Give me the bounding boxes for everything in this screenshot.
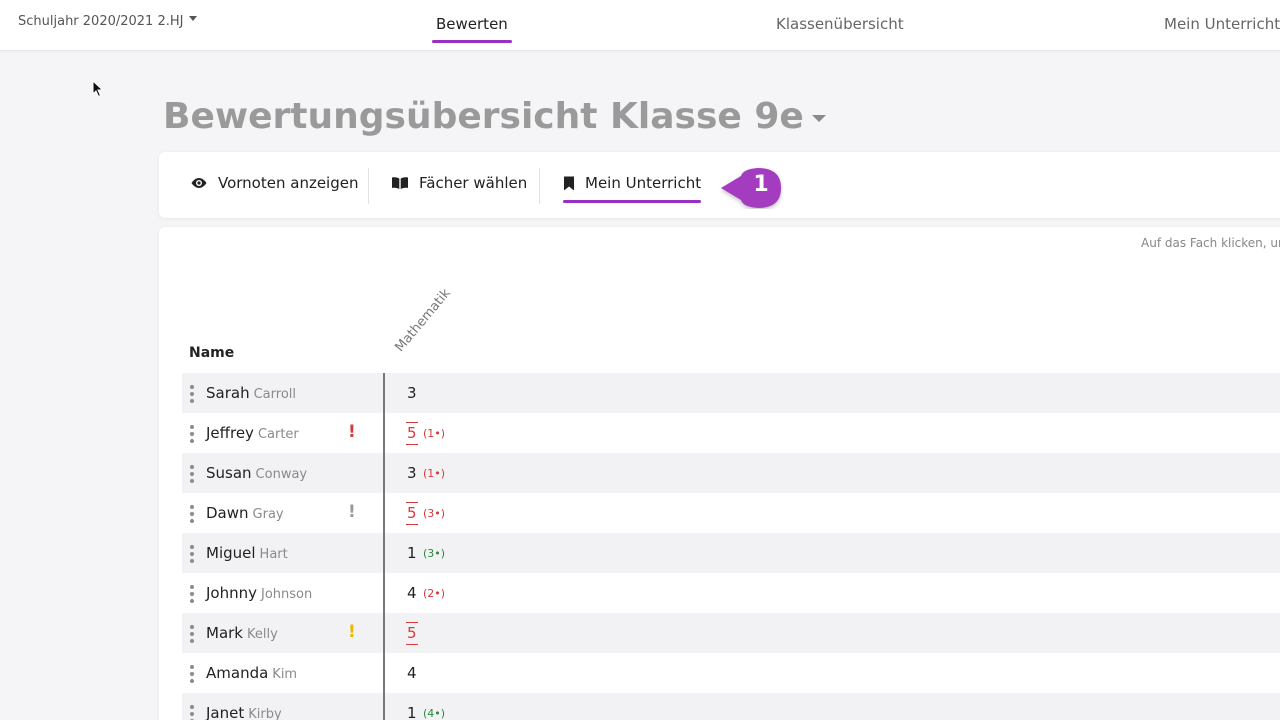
student-rows: Sarah Carroll 3 Jeffrey Carter! 5 (1•) Susan Con…: [182, 373, 1280, 720]
my-lessons-label: Mein Unterricht: [585, 174, 702, 192]
book-open-icon: [392, 177, 408, 189]
student-first-name: Jeffrey: [206, 424, 254, 442]
grade-cell[interactable]: 4: [407, 584, 417, 602]
warning-icon[interactable]: !: [348, 502, 356, 522]
name-column-header: Name: [189, 345, 235, 361]
warning-icon[interactable]: !: [348, 422, 356, 442]
choose-subjects-label: Fächer wählen: [419, 174, 528, 192]
student-name[interactable]: Mark Kelly: [206, 624, 278, 642]
student-name[interactable]: Janet Kirby: [206, 704, 282, 720]
student-name[interactable]: Amanda Kim: [206, 664, 297, 682]
grade-count-note: (3•): [423, 547, 446, 560]
chevron-down-icon: [811, 115, 826, 122]
top-navbar: Schuljahr 2020/2021 2.HJ Bewerten Klasse…: [0, 0, 1280, 51]
drag-handle-icon[interactable]: [190, 585, 194, 603]
grade-cell[interactable]: 3: [407, 384, 417, 402]
tab-mein-unterricht[interactable]: Mein Unterricht: [1164, 15, 1280, 33]
drag-handle-icon[interactable]: [190, 545, 194, 563]
school-year-dropdown[interactable]: Schuljahr 2020/2021 2.HJ: [18, 14, 198, 29]
student-first-name: Miguel: [206, 544, 256, 562]
table-row: Dawn Gray! 5 (3•): [182, 493, 1280, 533]
student-first-name: Susan: [206, 464, 252, 482]
student-last-name: Hart: [259, 547, 288, 562]
grade-cell[interactable]: 5: [406, 622, 418, 645]
table-row: Susan Conway 3 (1•): [182, 453, 1280, 493]
table-row: Amanda Kim 4: [182, 653, 1280, 693]
drag-handle-icon[interactable]: [190, 665, 194, 683]
drag-handle-icon[interactable]: [190, 625, 194, 643]
student-name[interactable]: Dawn Gray: [206, 504, 284, 522]
tab-klassenuebersicht[interactable]: Klassenübersicht: [776, 15, 904, 33]
student-first-name: Janet: [206, 704, 245, 720]
grade-count-note: (3•): [423, 507, 446, 520]
student-last-name: Kirby: [248, 707, 282, 720]
toolbar-divider: [368, 168, 369, 204]
table-row: Johnny Johnson 4 (2•): [182, 573, 1280, 613]
student-last-name: Kelly: [247, 627, 278, 642]
student-last-name: Gray: [252, 507, 284, 522]
student-name[interactable]: Jeffrey Carter: [206, 424, 299, 442]
name-column-divider: [383, 373, 385, 720]
student-last-name: Conway: [255, 467, 308, 482]
eye-icon: [191, 178, 207, 188]
student-first-name: Johnny: [206, 584, 257, 602]
grade-cell[interactable]: 5: [406, 502, 418, 525]
student-last-name: Kim: [272, 667, 298, 682]
table-row: Mark Kelly! 5: [182, 613, 1280, 653]
class-selector[interactable]: Bewertungsübersicht Klasse 9e: [163, 96, 826, 137]
table-row: Sarah Carroll 3: [182, 373, 1280, 413]
drag-handle-icon[interactable]: [190, 425, 194, 443]
grade-cell[interactable]: 3: [407, 464, 417, 482]
warning-icon[interactable]: !: [348, 622, 356, 642]
student-name[interactable]: Sarah Carroll: [206, 384, 296, 402]
grade-count-note: (2•): [423, 587, 446, 600]
student-first-name: Sarah: [206, 384, 250, 402]
bookmark-icon: [564, 176, 574, 190]
student-last-name: Johnson: [261, 587, 313, 602]
grade-cell[interactable]: 5: [406, 422, 418, 445]
my-lessons-button[interactable]: Mein Unterricht: [563, 174, 702, 203]
table-row: Janet Kirby 1 (4•): [182, 693, 1280, 720]
grade-cell[interactable]: 1: [407, 704, 417, 720]
drag-handle-icon[interactable]: [190, 505, 194, 523]
grade-cell[interactable]: 1: [407, 544, 417, 562]
page-title: Bewertungsübersicht Klasse 9e: [163, 96, 804, 137]
tab-bewerten[interactable]: Bewerten: [432, 15, 512, 43]
drag-handle-icon[interactable]: [190, 385, 194, 403]
grade-count-note: (1•): [423, 427, 446, 440]
student-first-name: Mark: [206, 624, 243, 642]
show-pre-grades-button[interactable]: Vornoten anzeigen: [190, 174, 358, 192]
student-name[interactable]: Susan Conway: [206, 464, 307, 482]
student-last-name: Carter: [257, 427, 299, 442]
student-last-name: Carroll: [253, 387, 296, 402]
callout-number: 1: [753, 172, 769, 197]
subject-click-hint: Auf das Fach klicken, un: [1141, 236, 1280, 250]
student-first-name: Dawn: [206, 504, 249, 522]
table-row: Miguel Hart 1 (3•): [182, 533, 1280, 573]
choose-subjects-button[interactable]: Fächer wählen: [391, 174, 527, 192]
drag-handle-icon[interactable]: [190, 705, 194, 720]
student-first-name: Amanda: [206, 664, 269, 682]
student-name[interactable]: Johnny Johnson: [206, 584, 312, 602]
grade-count-note: (1•): [423, 467, 446, 480]
student-name[interactable]: Miguel Hart: [206, 544, 288, 562]
chevron-down-icon: [189, 16, 198, 21]
grade-count-note: (4•): [423, 707, 446, 720]
drag-handle-icon[interactable]: [190, 465, 194, 483]
grade-cell[interactable]: 4: [407, 664, 417, 682]
toolbar-divider: [539, 168, 540, 204]
table-row: Jeffrey Carter! 5 (1•): [182, 413, 1280, 453]
school-year-label: Schuljahr 2020/2021 2.HJ: [18, 14, 184, 29]
show-pre-grades-label: Vornoten anzeigen: [218, 174, 359, 192]
